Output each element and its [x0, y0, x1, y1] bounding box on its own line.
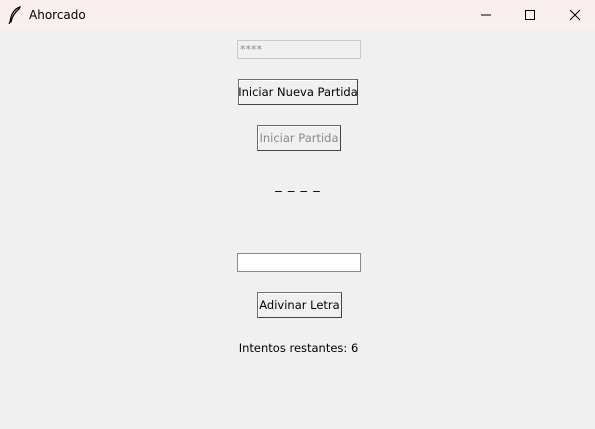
feather-icon — [8, 5, 22, 25]
close-button[interactable] — [552, 0, 595, 30]
guess-letter-button[interactable]: Adivinar Letra — [257, 292, 342, 318]
minimize-button[interactable] — [463, 0, 509, 30]
close-icon — [569, 6, 581, 25]
attempts-remaining-label: Intentos restantes: 6 — [238, 341, 359, 355]
start-game-button[interactable]: Iniciar Partida — [257, 125, 341, 151]
letter-input[interactable] — [237, 253, 361, 272]
window-title: Ahorcado — [29, 8, 86, 22]
secret-word-input[interactable] — [237, 40, 361, 59]
new-game-button[interactable]: Iniciar Nueva Partida — [238, 79, 358, 105]
minimize-icon — [480, 6, 492, 25]
word-display: _ _ _ _ — [275, 178, 321, 193]
maximize-icon — [524, 6, 536, 25]
app-window: Ahorcado Iniciar Nueva Partida Iniciar P… — [0, 0, 595, 429]
title-bar[interactable]: Ahorcado — [0, 0, 595, 30]
maximize-button[interactable] — [507, 0, 553, 30]
